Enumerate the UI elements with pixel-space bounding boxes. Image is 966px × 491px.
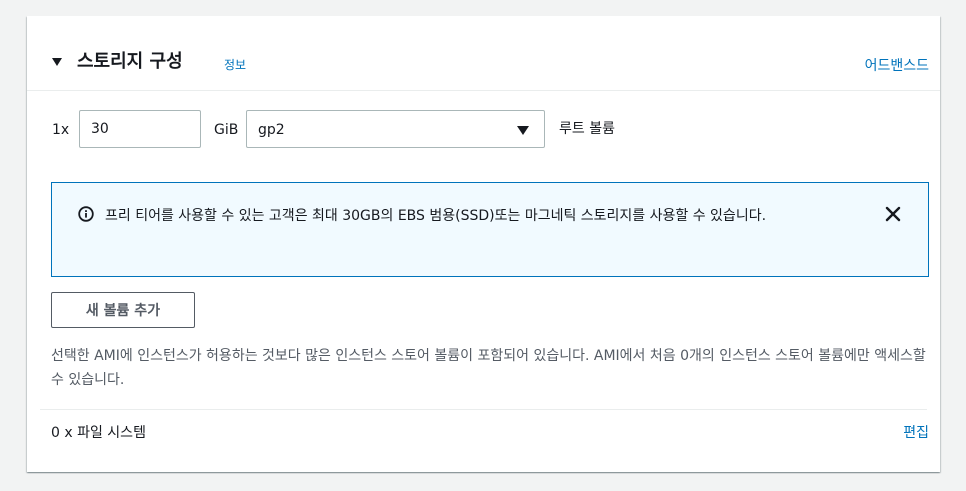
info-link[interactable]: 정보: [224, 58, 246, 72]
add-volume-button[interactable]: 새 볼륨 추가: [51, 292, 195, 328]
info-icon: [78, 206, 94, 222]
volume-size-input[interactable]: [79, 110, 201, 148]
root-volume-label: 루트 볼륨: [559, 121, 615, 137]
divider: [40, 409, 927, 410]
storage-config-panel: 스토리지 구성 정보 어드밴스드 1x GiB gp2 루트 볼륨 프리 티어를…: [27, 16, 940, 472]
caret-down-icon: [517, 126, 529, 135]
instance-store-note: 선택한 AMI에 인스턴스가 허용하는 것보다 많은 인스턴스 스토어 볼륨이 …: [51, 348, 926, 388]
collapse-caret-icon[interactable]: [52, 58, 62, 66]
volume-type-select[interactable]: gp2: [246, 110, 545, 148]
advanced-link[interactable]: 어드밴스드: [865, 55, 929, 75]
close-icon[interactable]: [880, 201, 906, 227]
file-systems-label: 0 x 파일 시스템: [51, 425, 146, 441]
volume-type-value: gp2: [258, 122, 285, 138]
panel-header: 스토리지 구성 정보 어드밴스드: [27, 16, 940, 91]
panel-title[interactable]: 스토리지 구성: [77, 50, 183, 74]
free-tier-alert: 프리 티어를 사용할 수 있는 고객은 최대 30GB의 EBS 범용(SSD)…: [51, 182, 929, 277]
volume-count-label: 1x: [52, 122, 70, 138]
root-volume-row: 1x GiB gp2 루트 볼륨: [27, 110, 940, 150]
edit-file-systems-link[interactable]: 편집: [903, 422, 929, 442]
alert-message: 프리 티어를 사용할 수 있는 고객은 최대 30GB의 EBS 범용(SSD)…: [105, 208, 767, 224]
volume-unit-label: GiB: [214, 122, 239, 138]
